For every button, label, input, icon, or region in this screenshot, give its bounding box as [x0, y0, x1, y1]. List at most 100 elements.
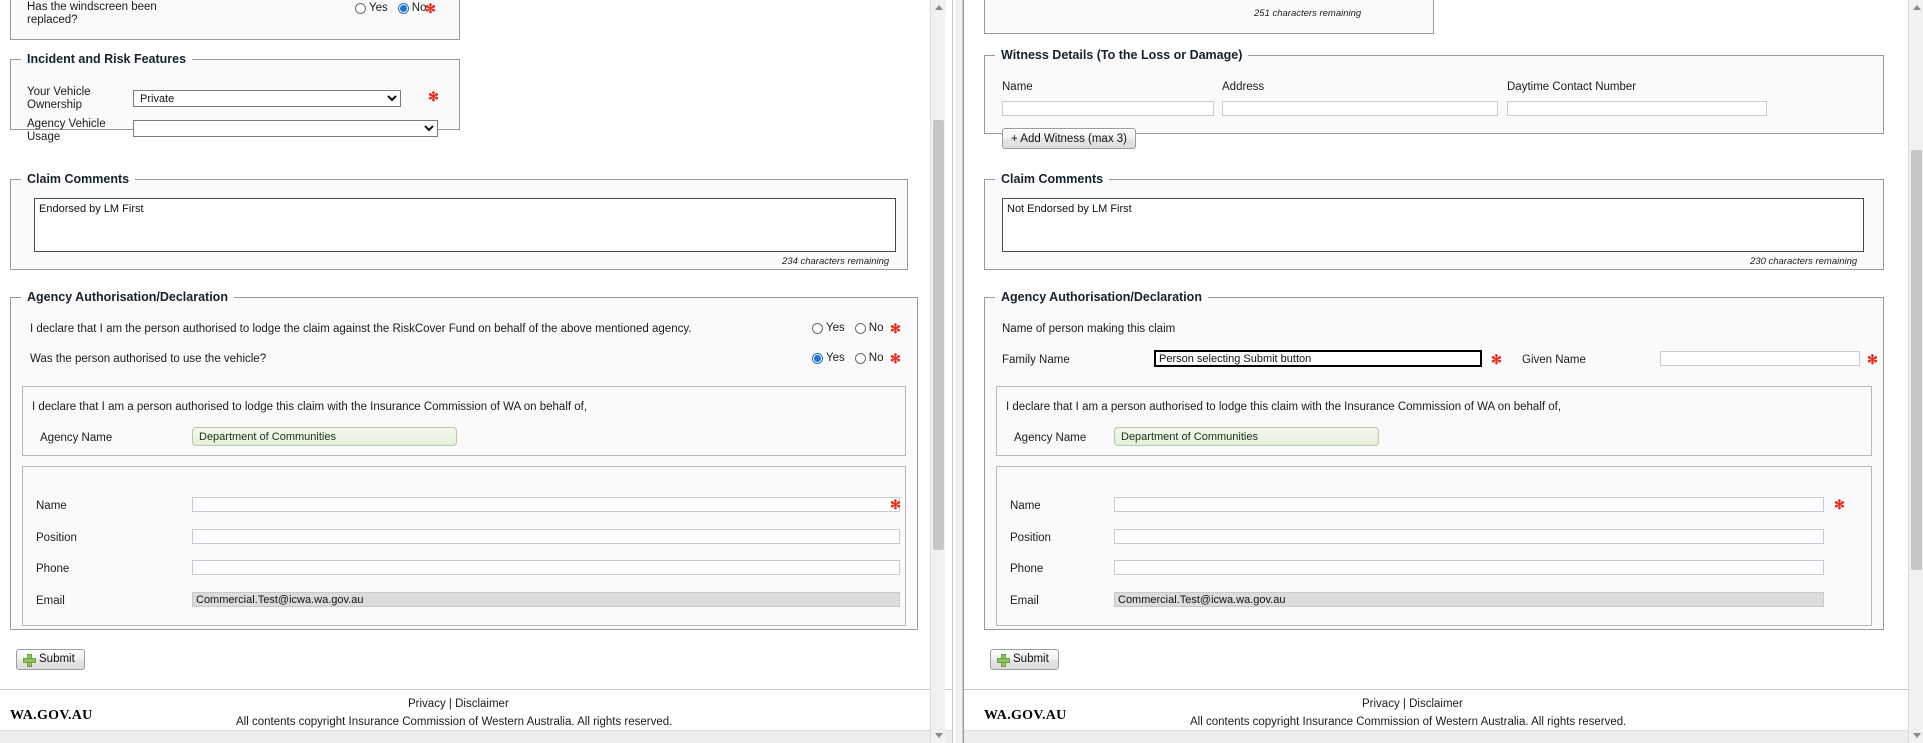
authorised-no-radio[interactable]: [854, 352, 866, 364]
witness-address-header: Address: [1222, 81, 1265, 93]
left-pane-inner: Has the windscreen been replaced? Yes No…: [0, 0, 952, 743]
authorised-yes-radio[interactable]: [812, 352, 823, 364]
authorised-required-marker: ✻: [890, 351, 901, 366]
right-phone-label: Phone: [1010, 563, 1044, 575]
phone-input[interactable]: [192, 560, 900, 575]
given-name-label: Given Name: [1522, 354, 1586, 366]
right-scrollbar-thumb[interactable]: [1911, 150, 1922, 570]
phone-label: Phone: [36, 563, 70, 575]
claim-comments-legend: Claim Comments: [27, 172, 130, 186]
left-form-panel: Has the windscreen been replaced? Yes No…: [0, 0, 952, 743]
privacy-link[interactable]: Privacy: [408, 698, 446, 710]
authorised-no-label: No: [868, 352, 884, 364]
right-scroll-down-arrow[interactable]: [1909, 728, 1923, 743]
family-name-label: Family Name: [1002, 354, 1070, 366]
panel-separator: [952, 0, 963, 743]
right-privacy-link[interactable]: Privacy: [1362, 698, 1400, 710]
family-name-input[interactable]: [1154, 350, 1482, 367]
right-claim-comments-textarea[interactable]: [1002, 198, 1864, 252]
position-input[interactable]: [192, 529, 900, 544]
right-footer-links[interactable]: Privacy | Disclaimer: [1362, 698, 1463, 710]
witness-name-header: Name: [1002, 81, 1033, 93]
right-footer-grey-strip: [964, 730, 1923, 743]
agency-vehicle-usage-label: Agency Vehicle Usage: [27, 118, 106, 143]
witness-address-input[interactable]: [1222, 101, 1498, 116]
agency-name-input[interactable]: [192, 427, 457, 446]
authorised-yes-label: Yes: [826, 352, 845, 364]
footer-links[interactable]: Privacy | Disclaimer: [408, 698, 509, 710]
incident-risk-legend: Incident and Risk Features: [27, 52, 187, 66]
right-name-label: Name: [1010, 500, 1041, 512]
witness-daytime-input[interactable]: [1507, 101, 1767, 116]
vehicle-ownership-select[interactable]: Private: [133, 90, 401, 107]
right-phone-input[interactable]: [1114, 560, 1824, 575]
add-witness-button[interactable]: + Add Witness (max 3): [1002, 128, 1136, 149]
name-input[interactable]: [192, 497, 900, 512]
witness-details-section: Witness Details (To the Loss or Damage): [984, 48, 1884, 134]
authorised-radio-group[interactable]: Yes No: [812, 352, 890, 364]
position-label: Position: [36, 532, 77, 544]
claim-comments-textarea[interactable]: [34, 198, 896, 252]
disclaimer-link[interactable]: Disclaimer: [455, 698, 509, 710]
name-required-marker: ✻: [890, 497, 901, 512]
wagov-brand: WA.GOV.AU: [10, 708, 93, 723]
windscreen-question: Has the windscreen been replaced?: [27, 1, 157, 26]
top-textarea-chars-remaining: 251 characters remaining: [1254, 8, 1362, 19]
agency-name-label: Agency Name: [40, 432, 113, 444]
right-email-input: [1114, 592, 1824, 607]
right-email-label: Email: [1010, 595, 1039, 607]
given-name-input[interactable]: [1660, 351, 1860, 366]
given-name-required-marker: ✻: [1867, 352, 1878, 367]
declaration-required-marker: ✻: [890, 321, 901, 336]
witness-details-legend: Witness Details (To the Loss or Damage): [1001, 48, 1243, 62]
right-pane-inner: 251 characters remaining Witness Details…: [963, 0, 1923, 743]
agency-declaration-radio-group[interactable]: Yes No: [812, 322, 890, 334]
right-footer-copyright: All contents copyright Insurance Commiss…: [1190, 716, 1627, 728]
right-position-label: Position: [1010, 532, 1051, 544]
agency-vehicle-usage-select[interactable]: [133, 120, 438, 137]
claim-comments-chars-remaining: 234 characters remaining: [782, 256, 890, 267]
scroll-up-arrow[interactable]: [931, 0, 946, 15]
witness-daytime-header: Daytime Contact Number: [1507, 81, 1637, 93]
footer-copyright: All contents copyright Insurance Commiss…: [236, 716, 673, 728]
right-name-input[interactable]: [1114, 497, 1824, 512]
right-form-panel: 251 characters remaining Witness Details…: [963, 0, 1923, 743]
scroll-down-arrow[interactable]: [931, 728, 946, 743]
authorised-question: Was the person authorised to use the veh…: [30, 353, 267, 365]
windscreen-required-marker: ✻: [425, 1, 436, 16]
windscreen-radio-group[interactable]: Yes No: [355, 2, 433, 14]
agency-declaration-text: I declare that I am the person authorise…: [30, 323, 692, 335]
agency-declaration-legend: Agency Authorisation/Declaration: [27, 290, 228, 304]
left-panel-scrollbar[interactable]: [930, 0, 946, 743]
declaration-no-label: No: [868, 322, 884, 334]
right-disclaimer-link[interactable]: Disclaimer: [1409, 698, 1463, 710]
declaration-no-radio[interactable]: [854, 322, 866, 334]
right-position-input[interactable]: [1114, 529, 1824, 544]
witness-name-input[interactable]: [1002, 101, 1214, 116]
scrollbar-thumb[interactable]: [933, 120, 944, 550]
right-footer: WA.GOV.AU Privacy | Disclaimer All conte…: [964, 689, 1923, 743]
right-agency-name-label: Agency Name: [1014, 432, 1087, 444]
ica-declaration-text: I declare that I am a person authorised …: [32, 401, 588, 413]
right-agency-name-input[interactable]: [1114, 427, 1379, 446]
screenshot-stage: Has the windscreen been replaced? Yes No…: [0, 0, 1923, 743]
submit-button-label: Submit: [39, 653, 75, 665]
right-ica-declaration-text: I declare that I am a person authorised …: [1006, 401, 1562, 413]
declaration-yes-radio[interactable]: [812, 322, 823, 334]
right-scroll-up-arrow[interactable]: [1909, 0, 1923, 15]
right-submit-button[interactable]: Submit: [990, 649, 1059, 670]
plus-icon: [23, 653, 36, 667]
right-name-required-marker: ✻: [1834, 497, 1845, 512]
right-agency-declaration-legend: Agency Authorisation/Declaration: [1001, 290, 1202, 304]
windscreen-yes-radio[interactable]: [355, 2, 366, 14]
ica-declaration-block: [22, 386, 906, 456]
vehicle-ownership-label: Your Vehicle Ownership: [27, 86, 91, 111]
vehicle-ownership-required-marker: ✻: [428, 89, 439, 104]
declaration-yes-label: Yes: [826, 322, 845, 334]
submit-button[interactable]: Submit: [16, 649, 85, 670]
windscreen-no-radio[interactable]: [397, 2, 409, 14]
right-panel-scrollbar[interactable]: [1908, 0, 1923, 743]
right-submit-button-label: Submit: [1013, 653, 1049, 665]
add-witness-label: + Add Witness (max 3): [1011, 132, 1127, 145]
right-claim-comments-legend: Claim Comments: [1001, 172, 1104, 186]
